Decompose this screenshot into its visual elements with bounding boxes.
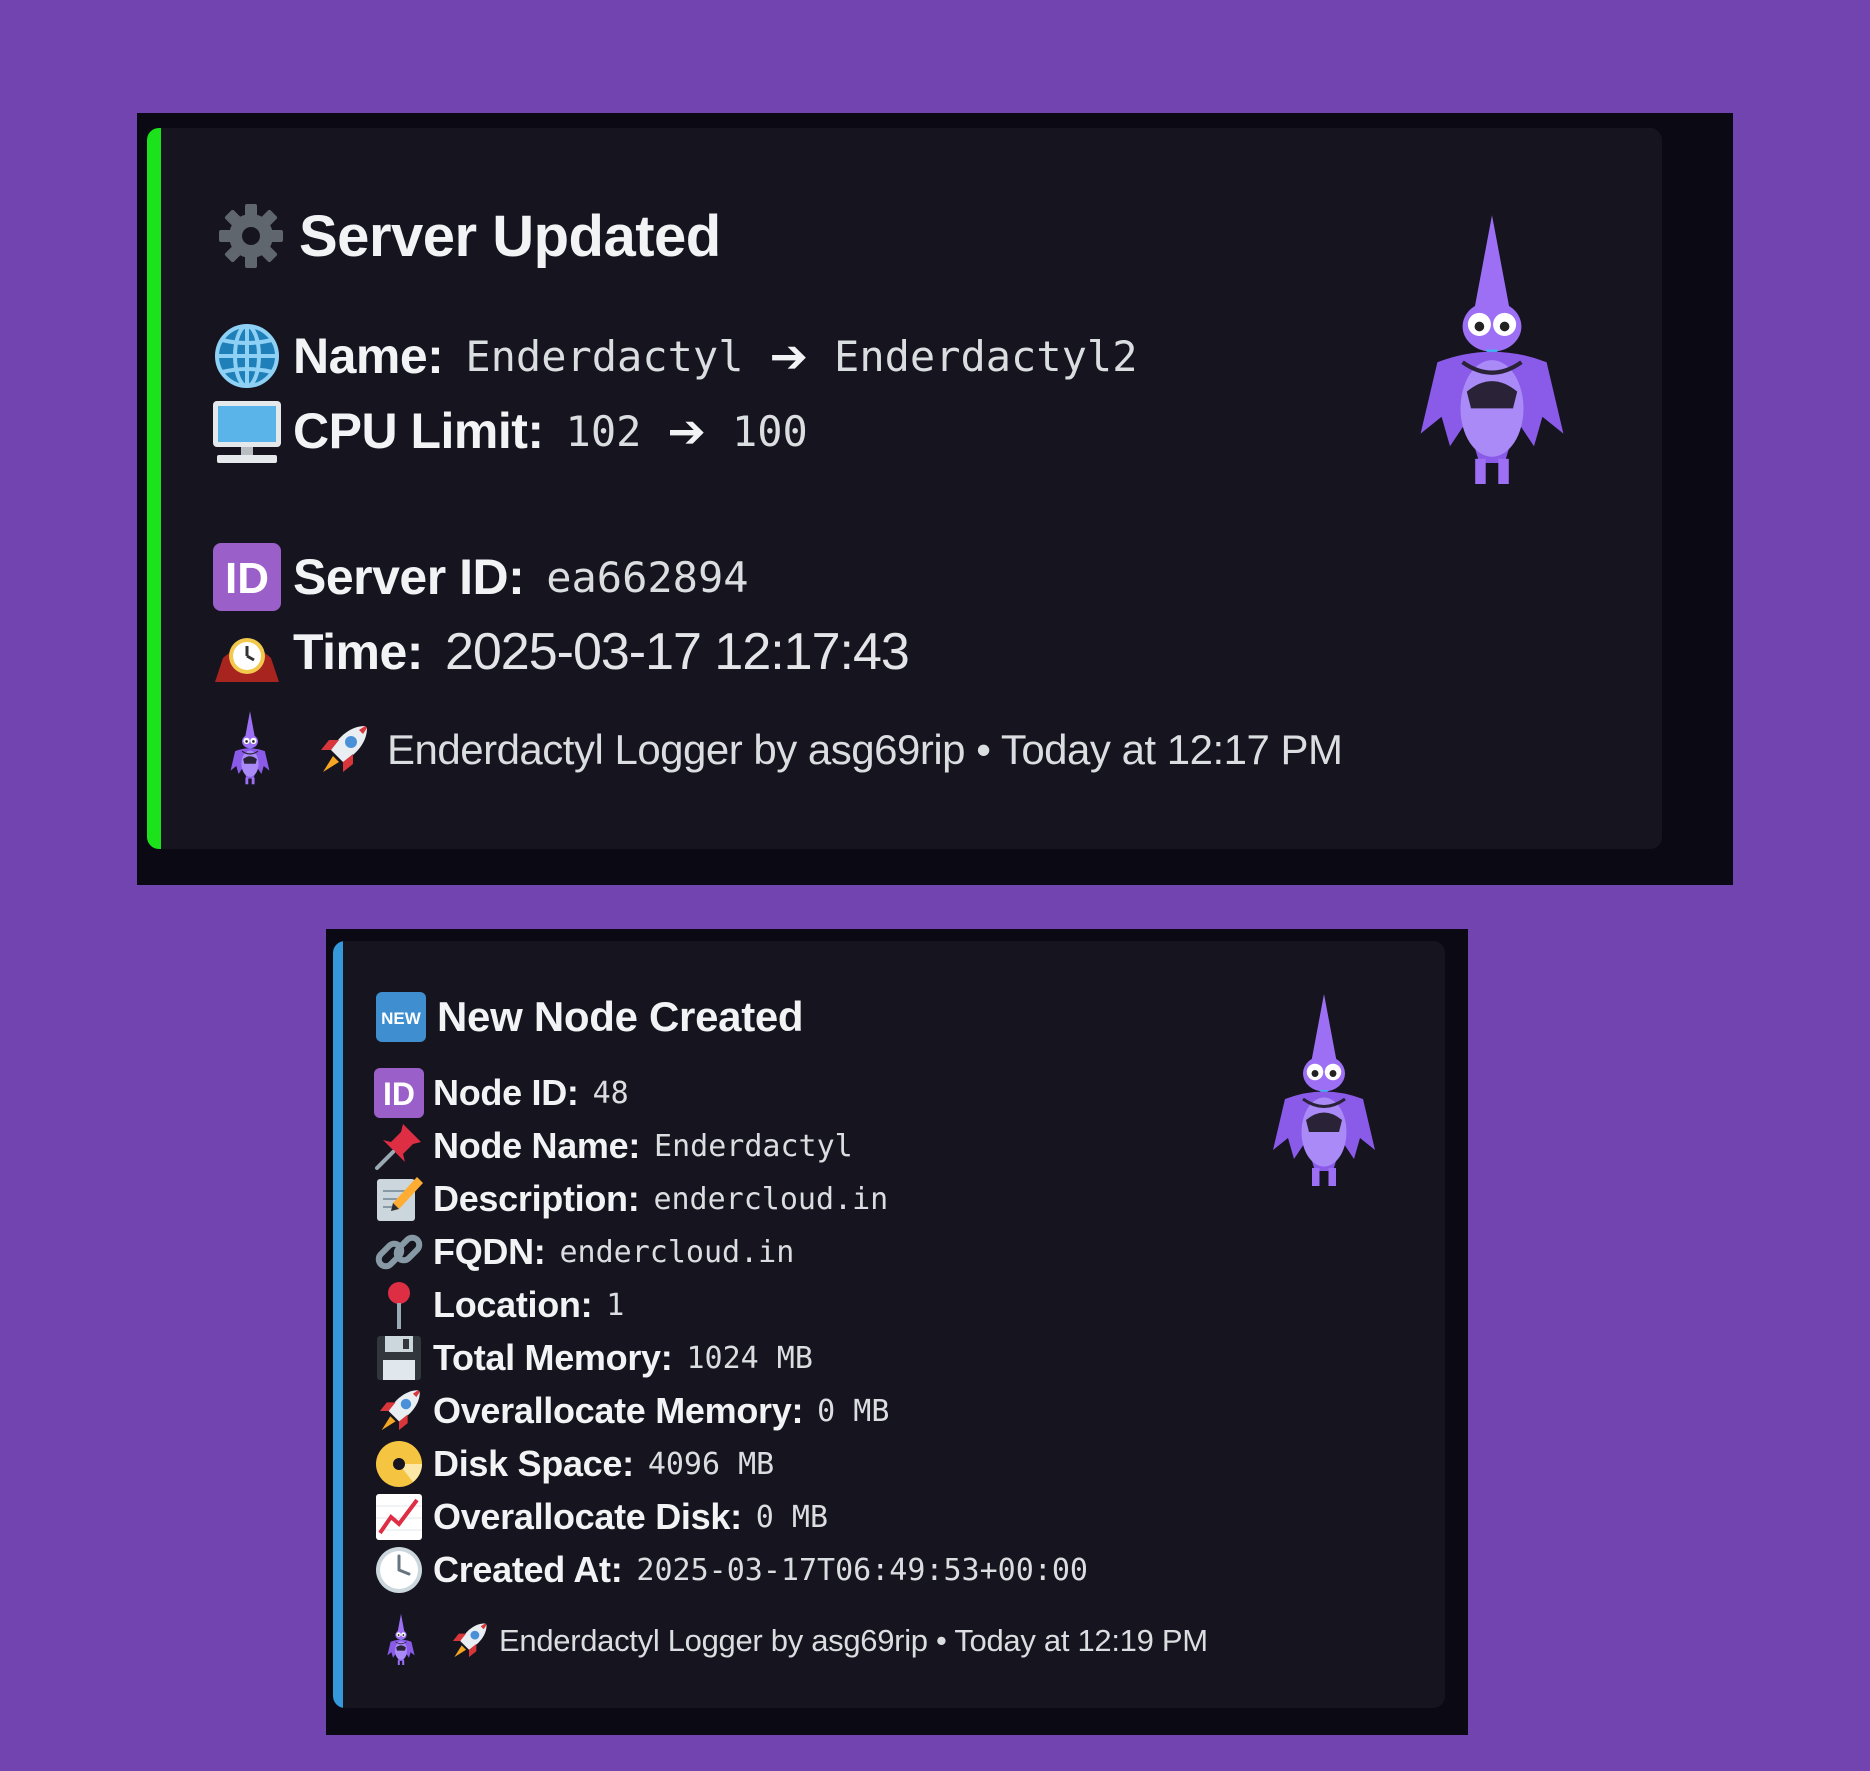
id-badge-icon: ID: [211, 541, 283, 613]
footer-text: Enderdactyl Logger by asg69rip • Today a…: [499, 1623, 1208, 1658]
field-value: endercloud.in: [653, 1181, 889, 1217]
field-value: 2025-03-17T06:49:53+00:00: [636, 1552, 1088, 1588]
new-cpu-value: 100: [731, 406, 808, 456]
field-label: Node ID:: [433, 1072, 579, 1113]
embed-title-text: Server Updated: [299, 203, 721, 269]
footer-mascot-icon: [375, 1613, 427, 1669]
field-label: Disk Space:: [433, 1443, 634, 1484]
old-name-value: Enderdactyl: [465, 331, 744, 381]
server-id-value: ea662894: [546, 552, 749, 602]
globe-icon: [211, 320, 283, 392]
fqdn-field: FQDN: endercloud.in: [373, 1226, 794, 1278]
old-cpu-value: 102: [565, 406, 642, 456]
field-label: CPU Limit:: [293, 403, 544, 459]
mascot-thumbnail: [1387, 208, 1597, 508]
field-value: endercloud.in: [559, 1234, 795, 1270]
overallocate-memory-field: Overallocate Memory: 0 MB: [373, 1385, 889, 1437]
embed-title-text: New Node Created: [437, 993, 804, 1040]
chart-increasing-icon: [373, 1491, 425, 1543]
node-id-field: ID Node ID: 48: [373, 1067, 629, 1119]
disk-space-field: Disk Space: 4096 MB: [373, 1438, 774, 1490]
arrow-icon: ➔: [667, 405, 706, 457]
new-name-value: Enderdactyl2: [834, 331, 1138, 381]
mantelpiece-clock-icon: [211, 616, 283, 688]
desktop-computer-icon: [211, 395, 283, 467]
dvd-icon: [373, 1438, 425, 1490]
rocket-icon: [313, 720, 373, 780]
description-field: Description: endercloud.in: [373, 1173, 888, 1225]
svg-text:ID: ID: [383, 1076, 415, 1112]
node-name-field: Node Name: Enderdactyl: [373, 1120, 853, 1172]
cpu-limit-field: CPU Limit: 102 ➔ 100: [211, 395, 808, 467]
embed-accent-bar: [147, 128, 161, 849]
field-label: Node Name:: [433, 1125, 641, 1166]
memo-icon: [373, 1173, 425, 1225]
field-value: Enderdactyl: [654, 1128, 853, 1164]
embed-footer: Enderdactyl Logger by asg69rip • Today a…: [375, 1613, 1208, 1669]
server-updated-frame: Server Updated Name: Enderdactyl ➔ Ender…: [137, 113, 1733, 885]
field-label: Time:: [293, 624, 423, 680]
name-change-field: Name: Enderdactyl ➔ Enderdactyl2: [211, 320, 1137, 392]
floppy-disk-icon: [373, 1332, 425, 1384]
location-field: Location: 1: [373, 1279, 624, 1331]
field-value: 0 MB: [755, 1499, 829, 1535]
rocket-icon: [373, 1385, 425, 1437]
new-badge-icon: NEW: [375, 991, 427, 1043]
clock-icon: [373, 1544, 425, 1596]
round-pushpin-icon: [373, 1279, 425, 1331]
arrow-icon: ➔: [769, 330, 809, 382]
field-value: 1024 MB: [686, 1340, 813, 1376]
footer-text: Enderdactyl Logger by asg69rip • Today a…: [387, 726, 1343, 773]
field-value: 1: [606, 1287, 625, 1323]
new-node-embed: NEW New Node Created ID Node ID: 48 Node…: [333, 941, 1445, 1708]
field-value: 0 MB: [817, 1393, 890, 1429]
gear-icon: [215, 200, 287, 272]
overallocate-disk-field: Overallocate Disk: 0 MB: [373, 1491, 828, 1543]
field-value: 4096 MB: [647, 1446, 775, 1482]
field-value: 48: [592, 1075, 629, 1111]
total-memory-field: Total Memory: 1024 MB: [373, 1332, 813, 1384]
time-value: 2025-03-17 12:17:43: [444, 623, 910, 681]
server-updated-embed: Server Updated Name: Enderdactyl ➔ Ender…: [147, 128, 1662, 849]
field-label: Location:: [433, 1284, 593, 1325]
field-label: Overallocate Disk:: [433, 1496, 742, 1537]
embed-title: NEW New Node Created: [375, 991, 804, 1043]
time-field: Time: 2025-03-17 12:17:43: [211, 616, 910, 688]
field-label: FQDN:: [433, 1231, 546, 1272]
embed-footer: Enderdactyl Logger by asg69rip • Today a…: [215, 710, 1343, 790]
field-label: Created At:: [433, 1549, 623, 1590]
field-label: Overallocate Memory:: [433, 1390, 804, 1431]
new-node-frame: NEW New Node Created ID Node ID: 48 Node…: [326, 929, 1468, 1735]
pushpin-icon: [373, 1120, 425, 1172]
field-label: Description:: [433, 1178, 640, 1219]
rocket-icon: [447, 1619, 491, 1663]
field-label: Server ID:: [293, 549, 525, 605]
svg-text:NEW: NEW: [381, 1009, 422, 1028]
created-at-field: Created At: 2025-03-17T06:49:53+00:00: [373, 1544, 1088, 1596]
link-icon: [373, 1226, 425, 1278]
field-label: Name:: [293, 328, 444, 384]
embed-title: Server Updated: [215, 200, 721, 272]
server-id-field: ID Server ID: ea662894: [211, 541, 749, 613]
field-label: Total Memory:: [433, 1337, 673, 1378]
embed-accent-bar: [333, 941, 343, 1708]
svg-text:ID: ID: [225, 554, 269, 603]
mascot-thumbnail: [1249, 991, 1399, 1201]
footer-mascot-icon: [215, 710, 285, 790]
id-badge-icon: ID: [373, 1067, 425, 1119]
